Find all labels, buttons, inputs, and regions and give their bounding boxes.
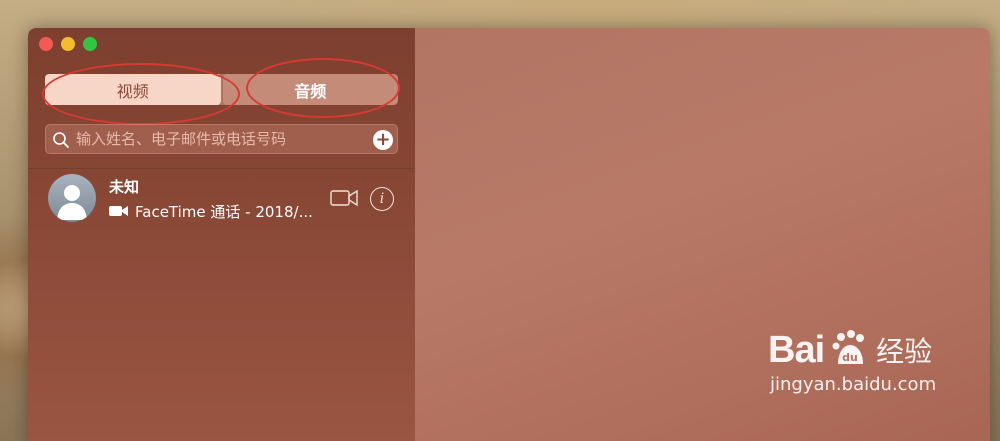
call-detail: FaceTime 通话 - 2018/...	[109, 201, 313, 222]
svg-text:du: du	[842, 351, 858, 364]
video-tab[interactable]: 视频	[45, 74, 221, 105]
call-type-segmented-control: 视频 音频	[45, 74, 398, 105]
zoom-button[interactable]	[83, 37, 97, 51]
search-bar: +	[45, 124, 398, 154]
contact-name: 未知	[109, 178, 140, 196]
minimize-button[interactable]	[61, 37, 75, 51]
call-detail-text: FaceTime 通话 - 2018/...	[135, 203, 313, 221]
audio-tab[interactable]: 音频	[222, 74, 398, 105]
add-contact-button[interactable]: +	[373, 130, 393, 150]
info-icon[interactable]: i	[370, 187, 394, 211]
sidebar: 视频 音频 + 未知	[28, 28, 415, 441]
close-button[interactable]	[39, 37, 53, 51]
baidu-watermark: Bai du 经验 jingyan.baidu.com	[768, 328, 937, 396]
watermark-url: jingyan.baidu.com	[770, 374, 937, 395]
search-icon	[52, 131, 70, 153]
recent-call-row[interactable]: 未知 FaceTime 通话 - 2018/... i	[28, 168, 415, 228]
watermark-brand-left: Bai	[768, 328, 825, 371]
add-icon: +	[375, 129, 391, 150]
search-input[interactable]	[68, 130, 358, 148]
video-call-button[interactable]	[330, 189, 358, 211]
window-controls	[39, 37, 97, 51]
video-call-icon	[109, 203, 129, 221]
watermark-brand-right: 经验	[876, 335, 933, 368]
avatar-icon	[48, 174, 96, 222]
paw-icon: du	[830, 328, 870, 372]
